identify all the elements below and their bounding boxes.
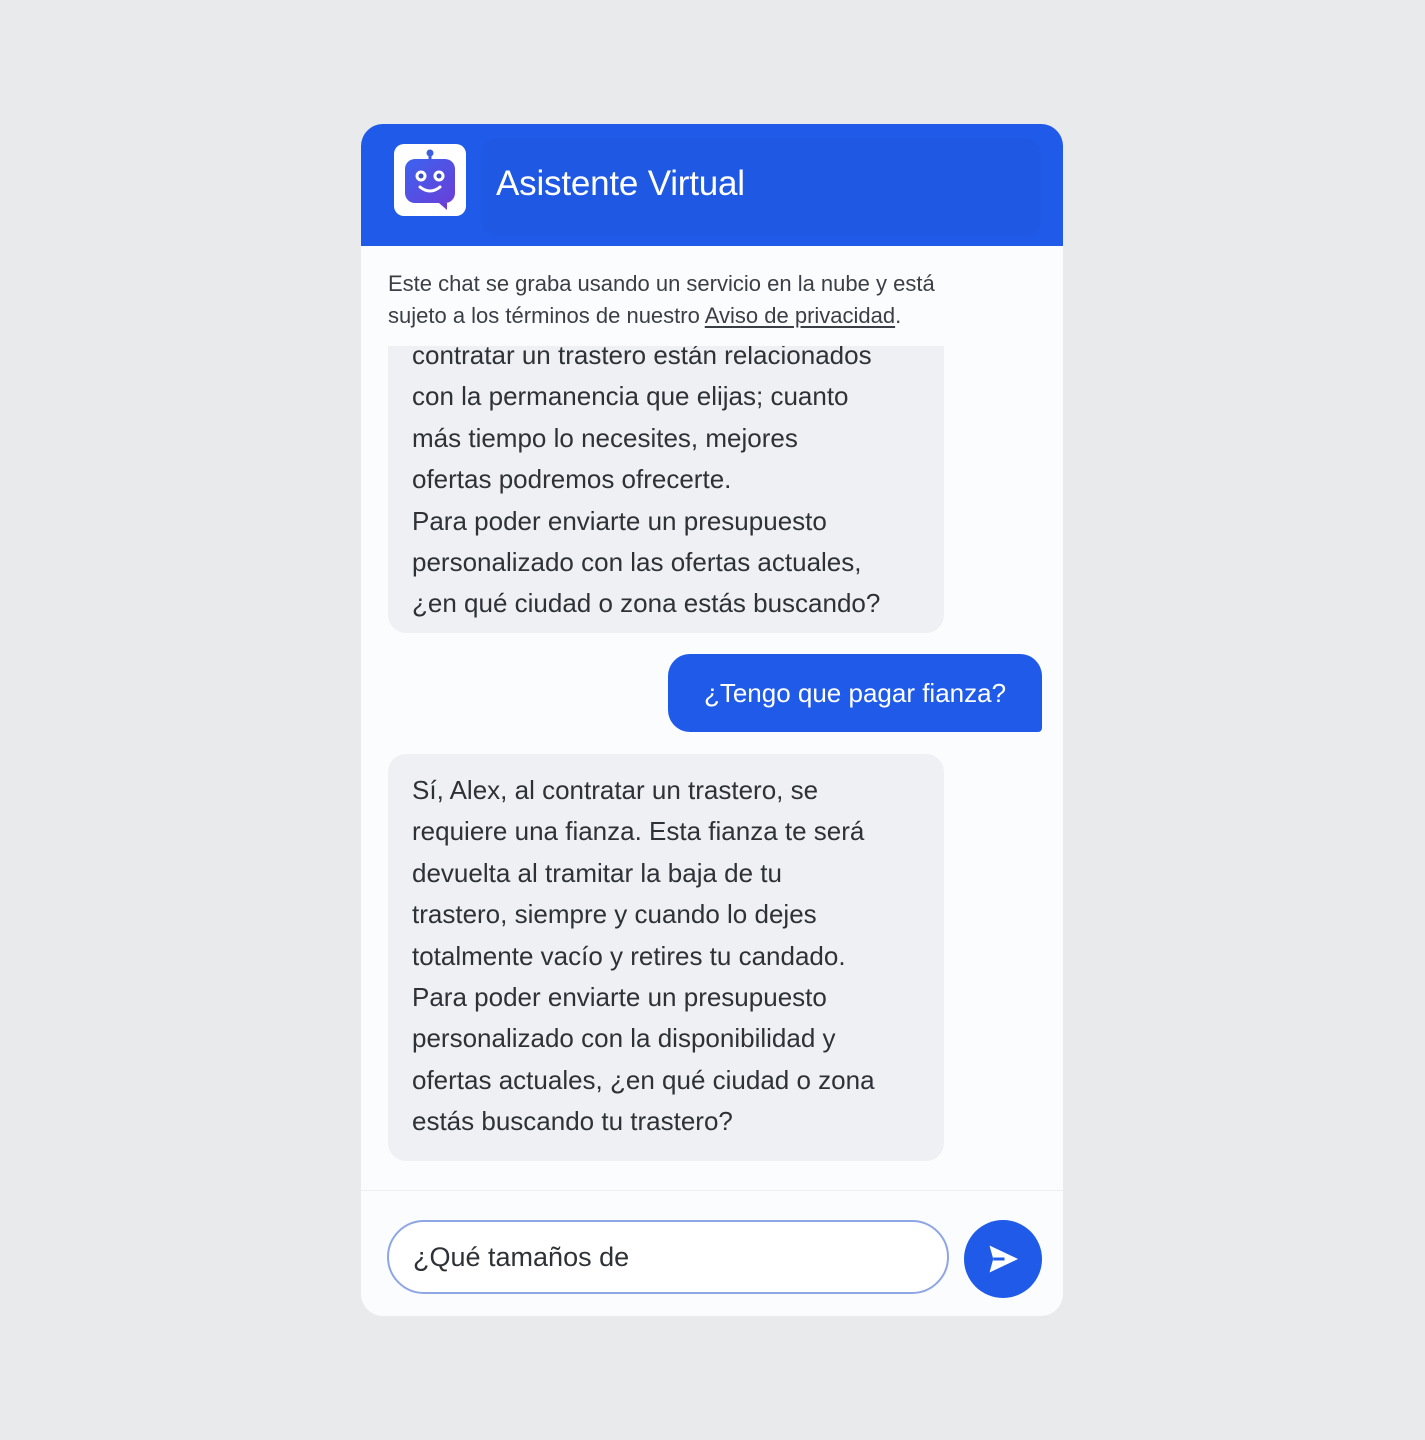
message-line: contratar un trastero están relacionados: [412, 346, 872, 370]
message-line: trastero, siempre y cuando lo dejes: [412, 899, 817, 930]
message-line: devuelta al tramitar la baja de tu: [412, 857, 782, 888]
message-line: requiere una fianza. Esta fianza te será: [412, 816, 865, 847]
send-icon: [989, 1245, 1018, 1273]
message-line: ¿en qué ciudad o zona estás buscando?: [412, 588, 881, 619]
message-line: ofertas podremos ofrecerte.: [412, 464, 732, 495]
message-line: totalmente vacío y retires tu candado.: [412, 940, 846, 971]
privacy-policy-link[interactable]: Aviso de privacidad: [705, 303, 895, 328]
bot-message: contratar un trastero están relacionados…: [388, 346, 944, 633]
message-line: con la permanencia que elijas; cuanto: [412, 381, 849, 412]
message-line: ofertas actuales, ¿en qué ciudad o zona: [412, 1064, 875, 1095]
message-input[interactable]: [387, 1220, 949, 1294]
chat-widget: Asistente Virtual Este chat se graba usa…: [361, 124, 1063, 1316]
message-list[interactable]: contratar un trastero están relacionados…: [361, 346, 1063, 1192]
message-line: personalizado con la disponibilidad y: [412, 1023, 836, 1054]
message-line: personalizado con las ofertas actuales,: [412, 547, 862, 578]
composer-divider: [361, 1190, 1063, 1191]
privacy-notice: Este chat se graba usando un servicio en…: [388, 268, 1038, 332]
chat-header: Asistente Virtual: [361, 124, 1063, 246]
privacy-text-line1: Este chat se graba usando un servicio en…: [388, 271, 935, 296]
privacy-text-line2: sujeto a los términos de nuestro: [388, 303, 705, 328]
bot-message: Sí, Alex, al contratar un trastero, se r…: [388, 754, 944, 1161]
message-line: estás buscando tu trastero?: [412, 1106, 733, 1137]
message-line: Para poder enviarte un presupuesto: [412, 505, 827, 536]
header-title: Asistente Virtual: [496, 164, 745, 203]
message-line: Para poder enviarte un presupuesto: [412, 982, 827, 1013]
message-line: más tiempo lo necesites, mejores: [412, 422, 798, 453]
user-message: ¿Tengo que pagar fianza?: [668, 654, 1042, 732]
robot-icon: [394, 144, 466, 216]
privacy-text-suffix: .: [895, 303, 902, 328]
message-line: Sí, Alex, al contratar un trastero, se: [412, 775, 819, 805]
send-button[interactable]: [964, 1220, 1042, 1298]
robot-icon-graphic: [405, 149, 455, 210]
